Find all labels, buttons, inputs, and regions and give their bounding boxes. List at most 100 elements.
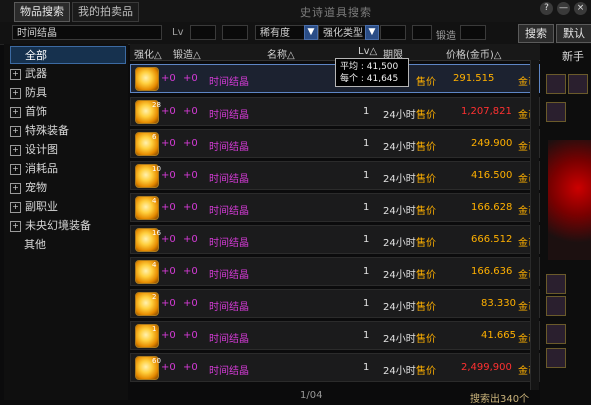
item-quantity: 1	[363, 234, 370, 245]
sidebar-item-special-equipment[interactable]: + 特殊装备	[10, 122, 126, 140]
enhance-type-select[interactable]: 强化类型	[318, 25, 366, 40]
skill-icon[interactable]	[546, 102, 566, 122]
header-forge[interactable]: 锻造△	[173, 46, 201, 61]
time-crystal-icon: 4	[135, 260, 159, 284]
price-label: 售价	[416, 142, 436, 153]
item-quantity: 1	[363, 362, 370, 373]
forge-value: +0	[183, 266, 198, 277]
price-label: 售价	[416, 302, 436, 313]
item-quantity: 1	[363, 170, 370, 181]
stack-count: 60	[152, 357, 161, 365]
sidebar-item-label: 设计图	[25, 143, 58, 156]
sidebar-item-armor[interactable]: + 防具	[10, 84, 126, 102]
expand-icon[interactable]: +	[10, 69, 21, 80]
result-count: 搜索出340个	[470, 394, 530, 405]
expand-icon[interactable]: +	[10, 202, 21, 213]
expand-icon[interactable]: +	[10, 221, 21, 232]
item-quantity: 1	[363, 138, 370, 149]
price-value: 41.665	[481, 330, 516, 341]
sidebar-item-label: 武器	[25, 67, 47, 80]
sidebar-item-label: 未央幻境装备	[25, 219, 91, 232]
item-name: 时间结晶	[209, 270, 249, 281]
item-slot-icon[interactable]	[546, 348, 566, 368]
forge-value: +0	[183, 362, 198, 373]
enhance-value-input[interactable]	[380, 25, 406, 40]
table-row[interactable]: 10 +0 +0 时间结晶 1 24小时 售价 416.500 金币	[130, 161, 540, 190]
close-icon[interactable]: ×	[574, 2, 587, 15]
enhance-value: +0	[161, 73, 176, 84]
sidebar-item-consumables[interactable]: + 消耗品	[10, 160, 126, 178]
header-enhance[interactable]: 强化△	[134, 46, 162, 61]
expand-icon[interactable]: +	[10, 145, 21, 156]
enhance-value: +0	[161, 138, 176, 149]
rarity-dropdown-icon[interactable]: ▼	[304, 25, 318, 40]
item-name: 时间结晶	[209, 206, 249, 217]
tab-item-search[interactable]: 物品搜索	[14, 2, 70, 22]
price-value: 2,499,900	[461, 362, 512, 373]
search-button[interactable]: 搜索	[518, 24, 554, 43]
table-row[interactable]: 2 +0 +0 时间结晶 1 24小时 售价 83.330 金币	[130, 289, 540, 318]
sidebar-item-other[interactable]: 其他	[10, 236, 126, 254]
level-min-input[interactable]	[190, 25, 216, 40]
header-price[interactable]: 价格(金币)△	[446, 46, 502, 61]
sidebar-item-pets[interactable]: + 宠物	[10, 179, 126, 197]
sidebar-item-blueprints[interactable]: + 设计图	[10, 141, 126, 159]
expand-icon[interactable]: +	[10, 107, 21, 118]
level-max-input[interactable]	[222, 25, 248, 40]
price-label: 售价	[416, 77, 436, 88]
minimize-icon[interactable]: —	[557, 2, 570, 15]
default-button[interactable]: 默认	[556, 24, 591, 43]
item-slot-icon[interactable]	[546, 324, 566, 344]
table-row[interactable]: 4 +0 +0 时间结晶 1 24小时 售价 166.636 金币	[130, 257, 540, 286]
sidebar-item-illusion-equipment[interactable]: + 未央幻境装备	[10, 217, 126, 235]
price-value: 83.330	[481, 298, 516, 309]
sidebar-item-subprofession[interactable]: + 副职业	[10, 198, 126, 216]
sidebar-item-label: 特殊装备	[25, 124, 69, 137]
stack-count: 28	[152, 101, 161, 109]
category-sidebar: 全部 + 武器 + 防具 + 首饰 + 特殊装备 + 设计图 + 消耗品 + 宠物 + 副职业 …	[4, 44, 128, 400]
stack-count: 10	[152, 165, 161, 173]
sidebar-item-label: 其他	[24, 238, 46, 251]
item-period: 24小时	[383, 366, 416, 377]
enhance-type-dropdown-icon[interactable]: ▼	[365, 25, 379, 40]
results-scrollbar[interactable]	[530, 60, 539, 390]
sidebar-item-weapons[interactable]: + 武器	[10, 65, 126, 83]
enhance-value: +0	[161, 106, 176, 117]
item-slot-icon[interactable]	[546, 274, 566, 294]
sidebar-item-label: 全部	[25, 49, 47, 62]
expand-icon[interactable]: +	[10, 164, 21, 175]
help-icon[interactable]: ?	[540, 2, 553, 15]
header-level[interactable]: Lv△	[358, 46, 377, 57]
search-input[interactable]: 时间结晶	[12, 25, 162, 40]
skill-icon[interactable]	[546, 74, 566, 94]
forge-value: +0	[183, 234, 198, 245]
item-quantity: 1	[363, 298, 370, 309]
tab-my-auctions[interactable]: 我的拍卖品	[72, 2, 139, 22]
table-row[interactable]: 60 +0 +0 时间结晶 1 24小时 售价 2,499,900 金币	[130, 353, 540, 382]
item-slot-icon[interactable]	[546, 296, 566, 316]
sidebar-item-all[interactable]: 全部	[10, 46, 126, 64]
stack-count: 2	[152, 293, 157, 301]
table-row[interactable]: 6 +0 +0 时间结晶 1 24小时 售价 249.900 金币	[130, 129, 540, 158]
sidebar-item-accessories[interactable]: + 首饰	[10, 103, 126, 121]
table-row[interactable]: 1 +0 +0 时间结晶 1 24小时 售价 41.665 金币	[130, 321, 540, 350]
item-period: 24小时	[383, 142, 416, 153]
expand-icon[interactable]: +	[10, 88, 21, 99]
tooltip-average: 平均 : 41,500	[340, 62, 399, 72]
table-row[interactable]: 4 +0 +0 时间结晶 1 24小时 售价 166.628 金币	[130, 193, 540, 222]
forge-value: +0	[183, 170, 198, 181]
time-crystal-icon	[135, 67, 159, 91]
item-period: 24小时	[383, 334, 416, 345]
sidebar-item-label: 防具	[25, 86, 47, 99]
price-value: 416.500	[471, 170, 513, 181]
rarity-select[interactable]: 稀有度	[255, 25, 305, 40]
table-row[interactable]: 16 +0 +0 时间结晶 1 24小时 售价 666.512 金币	[130, 225, 540, 254]
skill-icon[interactable]	[568, 74, 588, 94]
forge-value: +0	[183, 298, 198, 309]
header-name[interactable]: 名称△	[267, 46, 295, 61]
enhance-max-input[interactable]	[412, 25, 432, 40]
table-row[interactable]: 28 +0 +0 时间结晶 1 24小时 售价 1,207,821 金币	[130, 97, 540, 126]
forge-input[interactable]	[460, 25, 486, 40]
expand-icon[interactable]: +	[10, 183, 21, 194]
expand-icon[interactable]: +	[10, 126, 21, 137]
